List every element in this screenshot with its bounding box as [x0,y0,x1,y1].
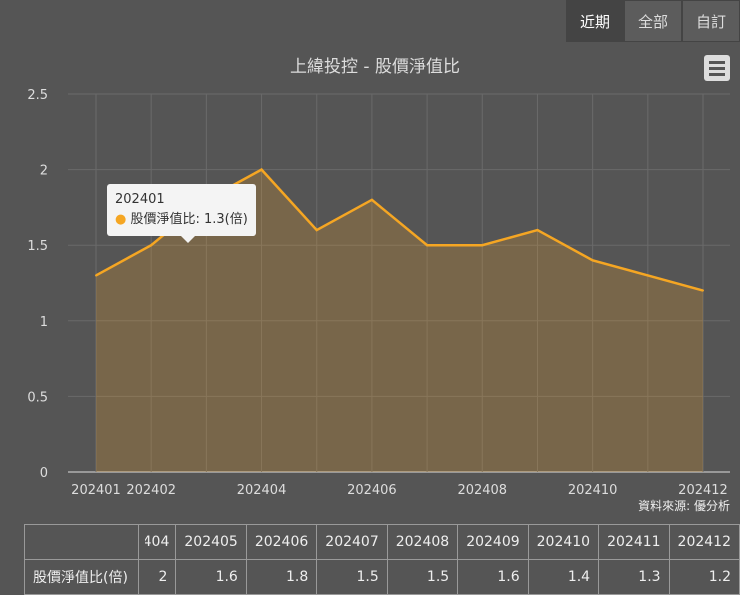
data-point [591,259,594,262]
y-tick-label: 2 [40,164,48,179]
y-tick-label: 1.5 [27,239,48,254]
x-tick-label: 202412 [678,483,728,498]
table-cell: 1.8 [245,559,318,595]
x-tick-label: 202401 [71,483,121,498]
data-table: 202404 202405 202406 202407 202408 20240… [23,524,740,595]
y-tick-label: 2.5 [27,88,48,103]
table-header-cell: 202409 [457,524,529,560]
table-header-cell: 202404 [138,524,177,560]
tooltip-value: 股價淨值比: 1.3(倍) [130,212,248,227]
data-point [150,244,153,247]
table-cell: 1.6 [175,559,247,595]
data-point [95,274,97,277]
y-tick-label: 0 [40,466,48,481]
table-header-cell: 202407 [316,524,388,560]
table-cell: 1.5 [386,559,459,595]
table-cell: 2 [138,559,177,595]
table-row: 股價淨值比(倍) 2 1.6 1.8 1.5 1.5 1.6 1.4 1.3 1… [23,559,740,595]
x-tick-label: 202404 [237,483,287,498]
table-header-cell: 202412 [668,524,740,560]
table-cell: 1.3 [598,559,670,595]
table-header-cell: 202411 [598,524,670,560]
table-cell: 1.5 [316,559,388,595]
table-header-cell [23,524,140,560]
source-credit: 資料來源: 優分析 [638,499,730,513]
table-cell: 1.6 [457,559,529,595]
data-point [481,244,484,247]
table-cell: 1.4 [527,559,600,595]
table-row-label: 股價淨值比(倍) [23,559,140,595]
y-tick-label: 0.5 [27,390,48,405]
data-point [315,229,318,232]
table-cell: 1.2 [668,559,740,595]
data-point [536,229,539,232]
tooltip-period: 202401 [115,192,165,207]
data-point [260,168,263,171]
table-header-row: 202404 202405 202406 202407 202408 20240… [23,524,740,560]
data-point [702,289,704,292]
data-point [646,274,649,277]
data-point [426,244,429,247]
chart-area: 0 0.5 1 1.5 2 2.5 202401 202402 202404 202406 2024… [27,88,730,498]
x-tick-label: 202402 [126,483,176,498]
x-tick-label: 202410 [568,483,618,498]
table-header-cell: 202406 [245,524,318,560]
x-tick-label: 202406 [347,483,397,498]
data-point [370,198,373,201]
tooltip: 202401 ● 股價淨值比: 1.3(倍) [107,184,256,243]
table-header-cell: 202408 [386,524,459,560]
table-header-cell: 202410 [527,524,600,560]
y-tick-label: 1 [40,315,48,330]
table-header-cell: 202405 [175,524,247,560]
x-tick-label: 202408 [457,483,507,498]
